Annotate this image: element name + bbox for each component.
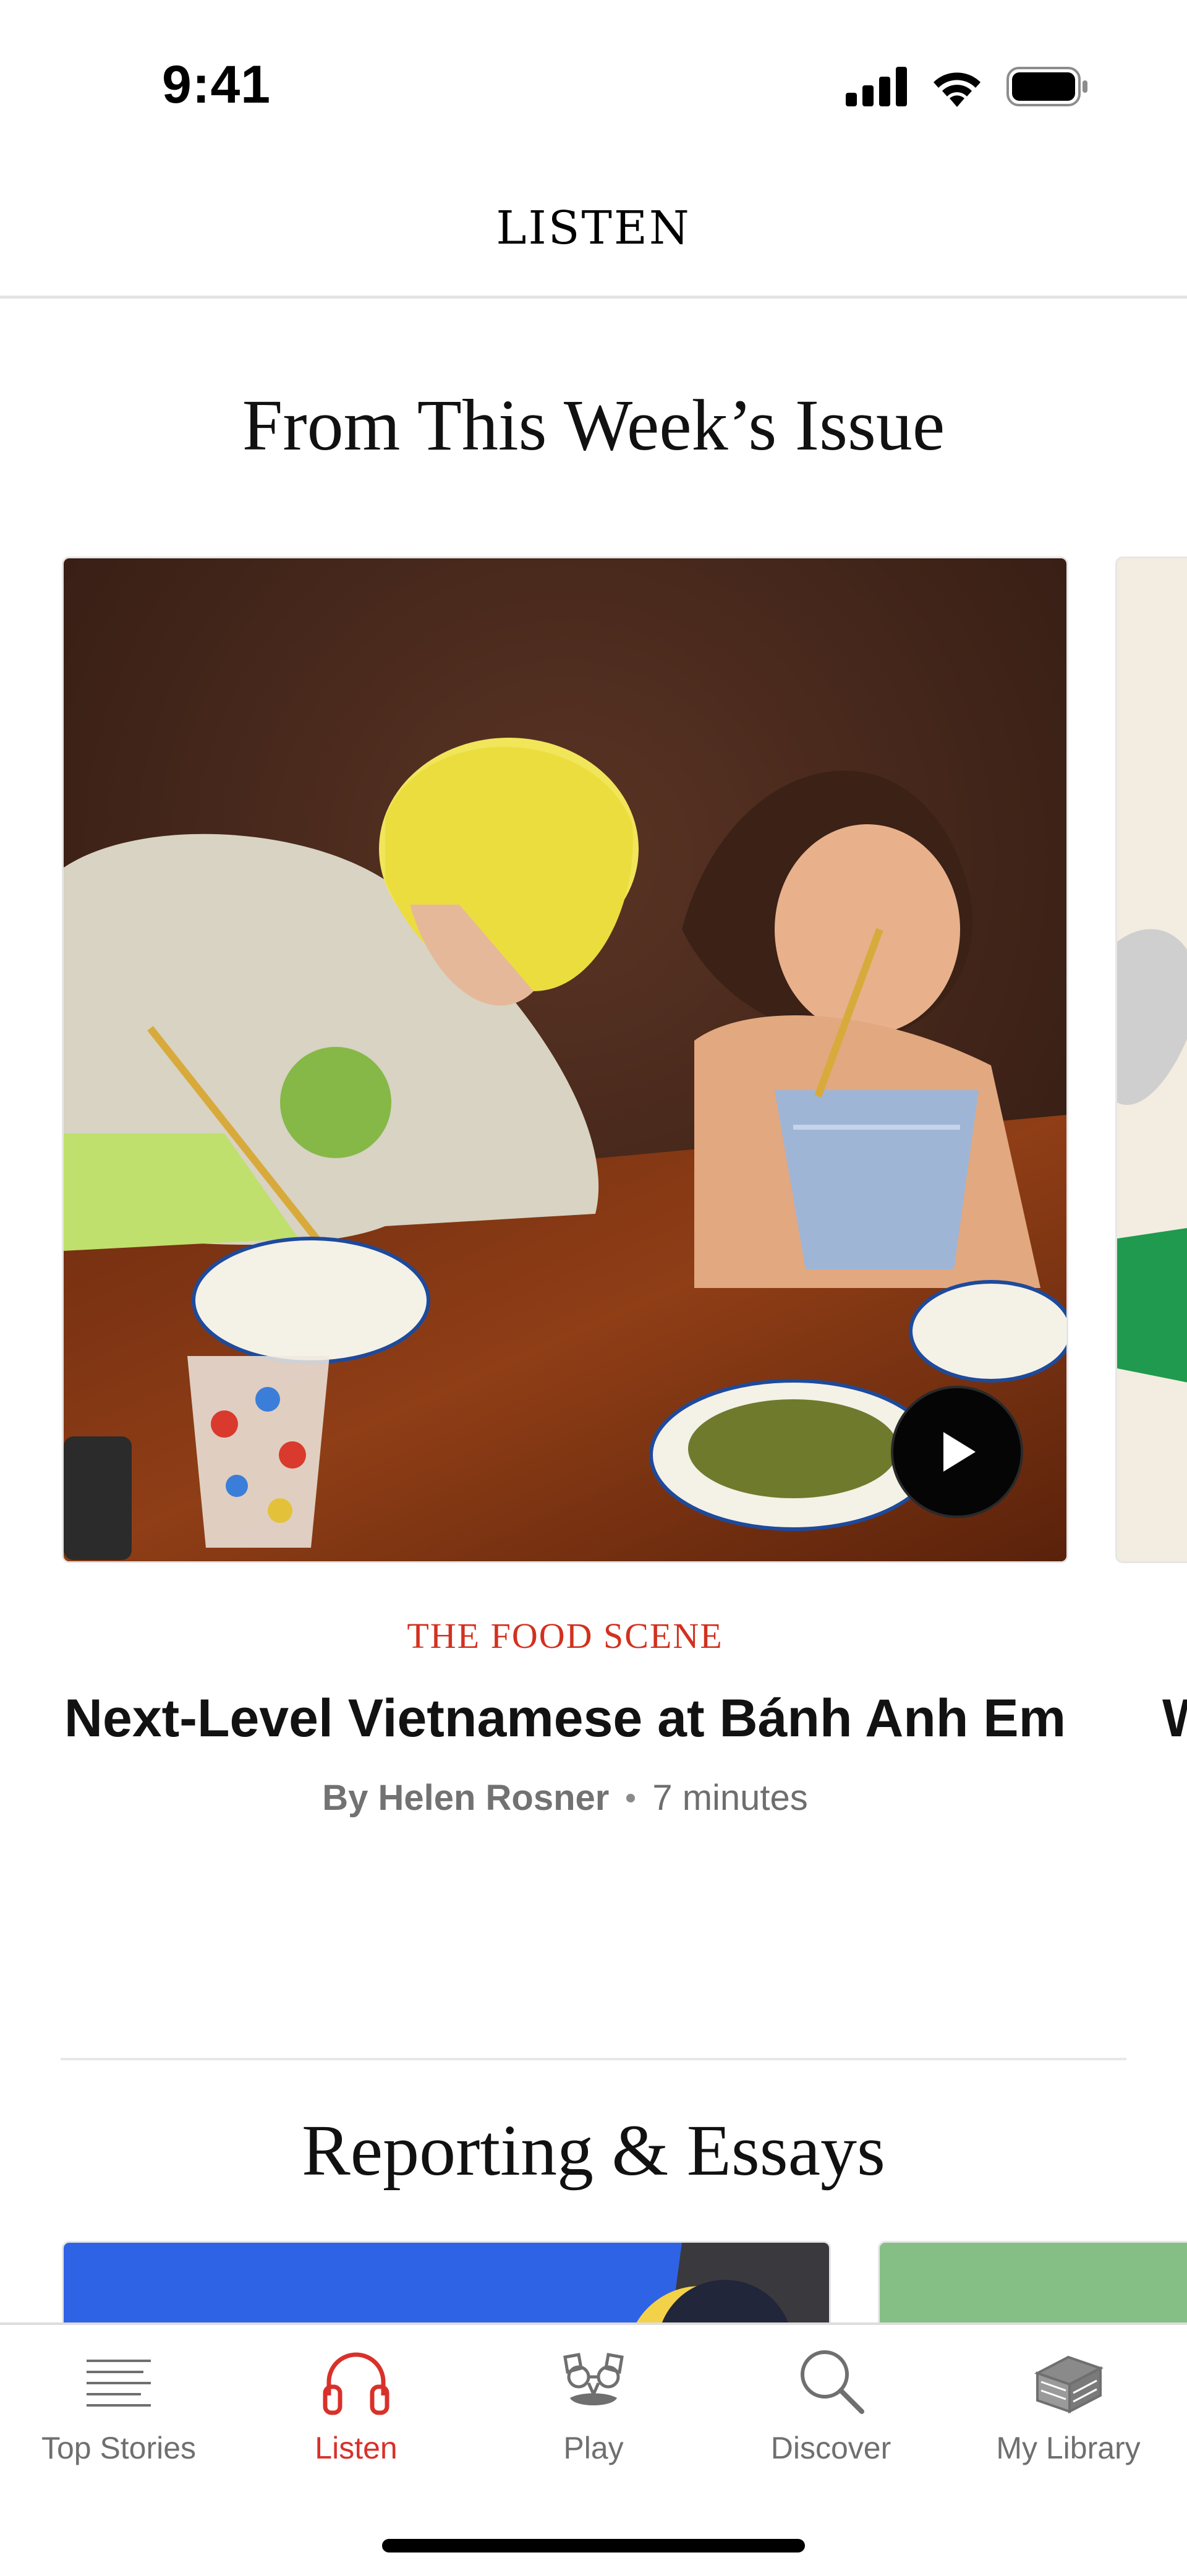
tab-listen[interactable]: Listen: [237, 2344, 475, 2480]
article-byline: By Helen Rosner 7 minutes: [62, 1777, 1068, 1819]
library-icon: [1034, 2355, 1104, 2414]
home-indicator[interactable]: [382, 2539, 805, 2553]
status-icons: [846, 65, 1088, 108]
tab-label: Listen: [315, 2431, 398, 2465]
next-article-title-peek[interactable]: W: [1162, 1688, 1187, 1749]
lines-icon: [87, 2360, 151, 2407]
status-time: 9:41: [162, 55, 271, 114]
headphones-icon: [323, 2352, 389, 2415]
tab-discover[interactable]: Discover: [712, 2344, 950, 2480]
next-card-image[interactable]: [1115, 557, 1187, 1563]
section-divider: [61, 2058, 1126, 2060]
article-author: By Helen Rosner: [322, 1778, 610, 1818]
tab-label: Discover: [770, 2431, 891, 2465]
tab-label: Play: [563, 2431, 624, 2465]
article-card-image[interactable]: [62, 557, 1068, 1563]
play-icon: [943, 1432, 976, 1472]
signal-icon: [846, 67, 907, 106]
tab-my-library[interactable]: My Library: [950, 2344, 1187, 2480]
battery-icon: [1006, 67, 1087, 106]
article-title[interactable]: Next-Level Vietnamese at Bánh Anh Em: [62, 1688, 1068, 1749]
wifi-icon: [934, 72, 981, 107]
tab-play[interactable]: Play: [475, 2344, 712, 2480]
separator-dot: [626, 1793, 636, 1802]
tab-label: My Library: [996, 2431, 1141, 2465]
page-title: LISTEN: [496, 202, 691, 255]
play-button[interactable]: [891, 1386, 1023, 1518]
tab-label: Top Stories: [41, 2431, 197, 2465]
next-card-photo: [1117, 558, 1187, 1561]
section-title-reporting-essays: Reporting & Essays: [302, 2110, 885, 2191]
section-title-this-weeks-issue: From This Week’s Issue: [242, 385, 945, 466]
tab-bar: Top Stories Listen Play Discover My Libr…: [0, 2322, 1187, 2576]
tab-top-stories[interactable]: Top Stories: [0, 2344, 237, 2480]
mask-icon: [563, 2353, 624, 2405]
status-bar: 9:41: [0, 0, 1187, 148]
article-rubric[interactable]: THE FOOD SCENE: [62, 1615, 1068, 1657]
search-icon: [801, 2350, 864, 2414]
article-duration: 7 minutes: [652, 1778, 808, 1818]
page-header: LISTEN: [0, 148, 1187, 299]
